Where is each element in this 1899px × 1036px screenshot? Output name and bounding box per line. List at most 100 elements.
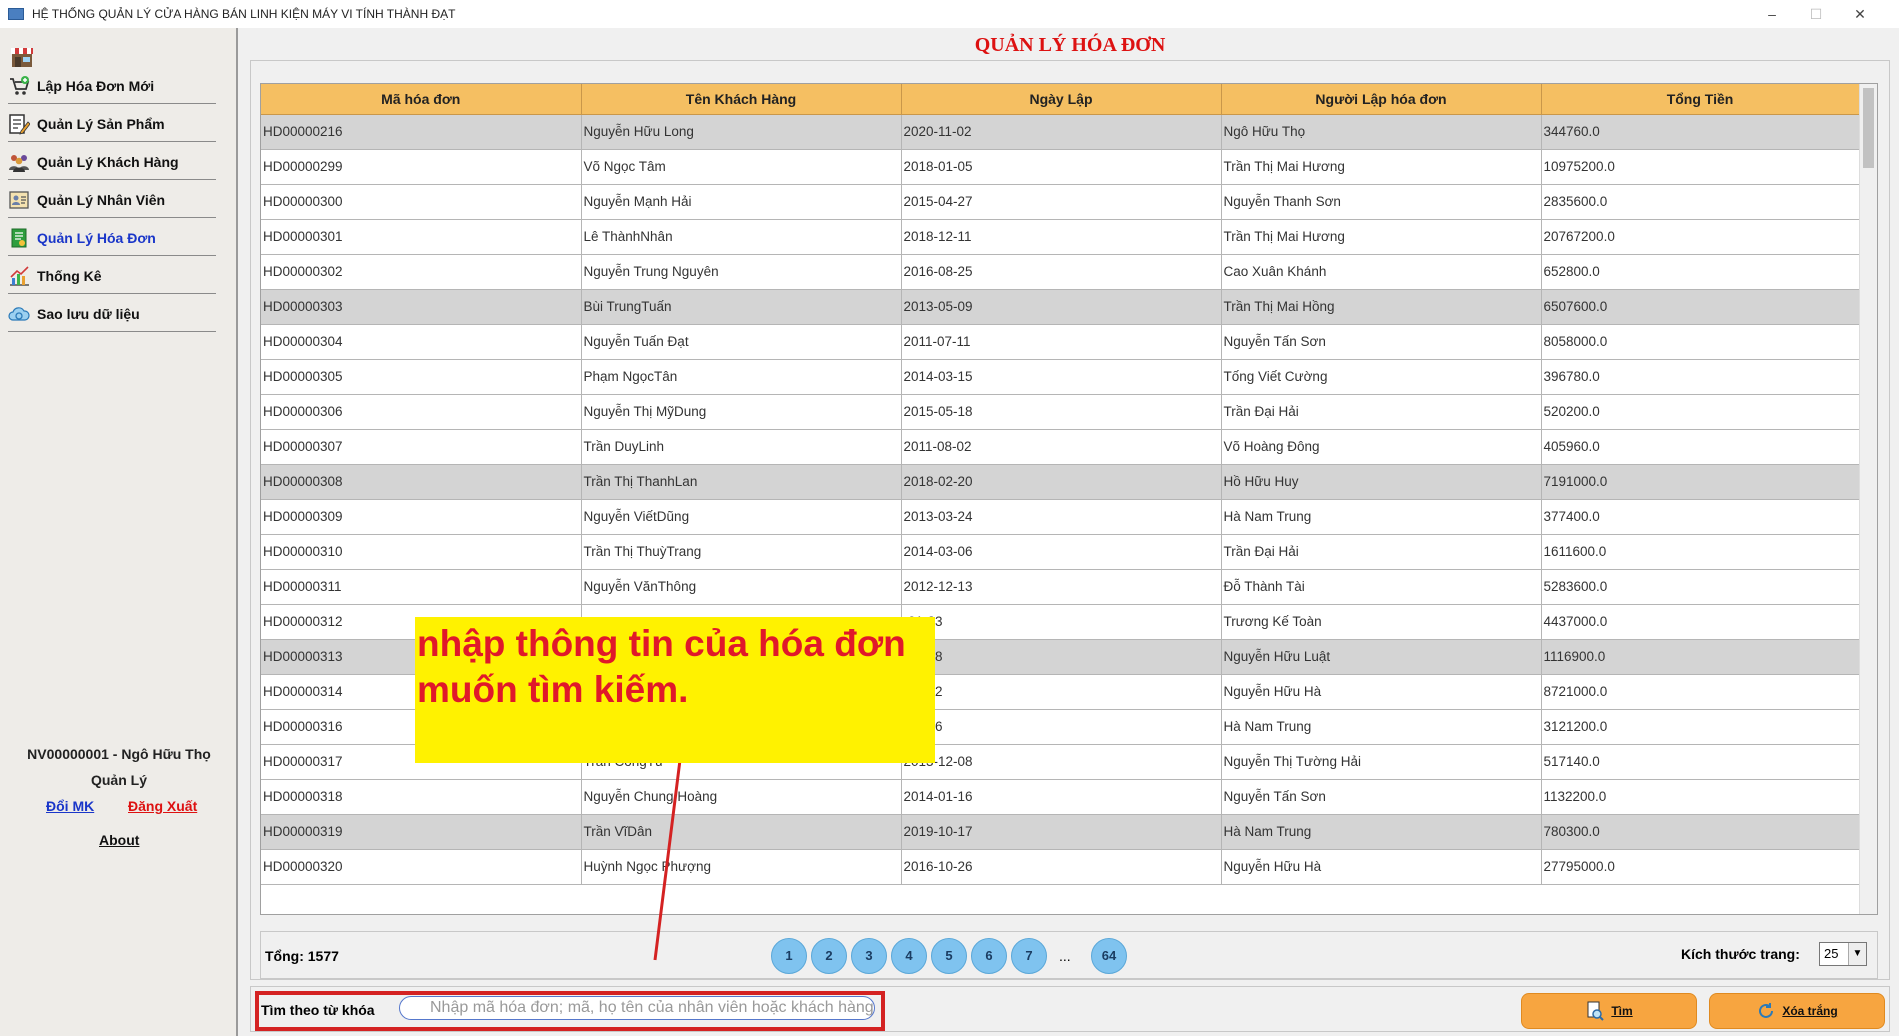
cell-creator[interactable]: Hà Nam Trung bbox=[1221, 814, 1542, 850]
cell-date[interactable]: 2015-04-27 bbox=[901, 184, 1222, 220]
cell-creator[interactable]: Hồ Hữu Huy bbox=[1221, 464, 1542, 500]
cell-invoice-id[interactable]: HD00000299 bbox=[261, 149, 582, 185]
table-row[interactable]: HD00000302 Nguyễn Trung Nguyên 2016-08-25 C… bbox=[261, 254, 1860, 290]
scrollbar-thumb[interactable] bbox=[1863, 88, 1874, 168]
cell-invoice-id[interactable]: HD00000301 bbox=[261, 219, 582, 255]
table-row[interactable]: HD00000305 Phạm NgọcTân 2014-03-15 Tống Viế… bbox=[261, 359, 1860, 395]
table-row[interactable]: HD00000301 Lê ThànhNhân 2018-12-11 Trần Thị… bbox=[261, 219, 1860, 255]
cell-date[interactable]: 2016-08-25 bbox=[901, 254, 1222, 290]
cell-date[interactable]: 2020-11-02 bbox=[901, 114, 1222, 150]
cell-invoice-id[interactable]: HD00000320 bbox=[261, 849, 582, 885]
cell-customer-name[interactable]: Trần VĩDân bbox=[581, 814, 902, 850]
cell-date[interactable]: -01-23 bbox=[901, 604, 1222, 640]
cell-date[interactable]: 2011-08-02 bbox=[901, 429, 1222, 465]
logout-link[interactable]: Đăng Xuất bbox=[128, 798, 197, 814]
sidebar-item-backup[interactable]: Sao lưu dữ liệu bbox=[8, 296, 216, 332]
cell-creator[interactable]: Trần Thị Mai Hồng bbox=[1221, 289, 1542, 325]
cell-total[interactable]: 20767200.0 bbox=[1541, 219, 1860, 255]
cell-invoice-id[interactable]: HD00000308 bbox=[261, 464, 582, 500]
cell-date[interactable]: 2018-12-11 bbox=[901, 219, 1222, 255]
cell-date[interactable]: 2016-10-26 bbox=[901, 849, 1222, 885]
cell-total[interactable]: 6507600.0 bbox=[1541, 289, 1860, 325]
maximize-button[interactable]: ☐ bbox=[1796, 4, 1836, 24]
cell-customer-name[interactable]: Nguyễn Tuấn Đạt bbox=[581, 324, 902, 360]
cell-invoice-id[interactable]: HD00000306 bbox=[261, 394, 582, 430]
table-row[interactable]: HD00000309 Nguyễn ViếtDũng 2013-03-24 Hà Na… bbox=[261, 499, 1860, 535]
cell-creator[interactable]: Nguyễn Hữu Luật bbox=[1221, 639, 1542, 675]
cell-total[interactable]: 10975200.0 bbox=[1541, 149, 1860, 185]
cell-creator[interactable]: Trần Đại Hải bbox=[1221, 394, 1542, 430]
cell-date[interactable]: 2018-02-20 bbox=[901, 464, 1222, 500]
table-row[interactable]: HD00000216 Nguyễn Hữu Long 2020-11-02 Ngô H… bbox=[261, 114, 1860, 150]
cell-creator[interactable]: Nguyễn Tấn Sơn bbox=[1221, 324, 1542, 360]
sidebar-item-statistics[interactable]: Thống Kê bbox=[8, 258, 216, 294]
column-header-date[interactable]: Ngày Lập bbox=[901, 84, 1222, 115]
cell-date[interactable]: 2013-05-09 bbox=[901, 289, 1222, 325]
clear-button[interactable]: Xóa trắng bbox=[1709, 993, 1885, 1029]
cell-customer-name[interactable]: Nguyễn VănThông bbox=[581, 569, 902, 605]
cell-customer-name[interactable]: Nguyễn ViếtDũng bbox=[581, 499, 902, 535]
table-row[interactable]: HD00000300 Nguyễn Mạnh Hải 2015-04-27 Nguyễ… bbox=[261, 184, 1860, 220]
column-header-creator[interactable]: Người Lập hóa đơn bbox=[1221, 84, 1542, 115]
table-row[interactable]: HD00000304 Nguyễn Tuấn Đạt 2011-07-11 Nguyễ… bbox=[261, 324, 1860, 360]
cell-customer-name[interactable]: Trần Thị ThanhLan bbox=[581, 464, 902, 500]
table-row[interactable]: HD00000306 Nguyễn Thị MỹDung 2015-05-18 Trầ… bbox=[261, 394, 1860, 430]
cell-total[interactable]: 344760.0 bbox=[1541, 114, 1860, 150]
close-button[interactable]: ✕ bbox=[1840, 4, 1880, 24]
cell-creator[interactable]: Hà Nam Trung bbox=[1221, 709, 1542, 745]
cell-date[interactable]: 2019-10-17 bbox=[901, 814, 1222, 850]
cell-customer-name[interactable]: Nguyễn Trung Nguyên bbox=[581, 254, 902, 290]
chevron-down-icon[interactable]: ▼ bbox=[1848, 943, 1866, 965]
cell-total[interactable]: 1611600.0 bbox=[1541, 534, 1860, 570]
cell-date[interactable]: -04-18 bbox=[901, 639, 1222, 675]
cell-date[interactable]: 2014-01-16 bbox=[901, 779, 1222, 815]
cell-date[interactable]: -02-22 bbox=[901, 674, 1222, 710]
cell-invoice-id[interactable]: HD00000300 bbox=[261, 184, 582, 220]
sidebar-item-employees[interactable]: Quản Lý Nhân Viên bbox=[8, 182, 216, 218]
sidebar-item-products[interactable]: Quản Lý Sản Phẩm bbox=[8, 106, 216, 142]
cell-customer-name[interactable]: Trần DuyLinh bbox=[581, 429, 902, 465]
cell-invoice-id[interactable]: HD00000305 bbox=[261, 359, 582, 395]
cell-creator[interactable]: Võ Hoàng Đông bbox=[1221, 429, 1542, 465]
table-row[interactable]: HD00000299 Võ Ngọc Tâm 2018-01-05 Trần Thị … bbox=[261, 149, 1860, 185]
cell-customer-name[interactable]: Nguyễn Thị MỹDung bbox=[581, 394, 902, 430]
cell-creator[interactable]: Trương Kế Toàn bbox=[1221, 604, 1542, 640]
cell-total[interactable]: 652800.0 bbox=[1541, 254, 1860, 290]
cell-total[interactable]: 377400.0 bbox=[1541, 499, 1860, 535]
cell-customer-name[interactable]: Võ Ngọc Tâm bbox=[581, 149, 902, 185]
cell-date[interactable]: 2014-03-15 bbox=[901, 359, 1222, 395]
page-button-6[interactable]: 6 bbox=[971, 938, 1007, 974]
page-button-last[interactable]: 64 bbox=[1091, 938, 1127, 974]
page-button-3[interactable]: 3 bbox=[851, 938, 887, 974]
change-password-link[interactable]: Đổi MK bbox=[46, 798, 94, 814]
table-row[interactable]: HD00000303 Bùi TrungTuấn 2013-05-09 Trần Th… bbox=[261, 289, 1860, 325]
cell-creator[interactable]: Ngô Hữu Thọ bbox=[1221, 114, 1542, 150]
sidebar-item-new-invoice[interactable]: Lập Hóa Đơn Mới bbox=[8, 68, 216, 104]
cell-customer-name[interactable]: Bùi TrungTuấn bbox=[581, 289, 902, 325]
cell-total[interactable]: 405960.0 bbox=[1541, 429, 1860, 465]
cell-creator[interactable]: Trần Đại Hải bbox=[1221, 534, 1542, 570]
cell-total[interactable]: 27795000.0 bbox=[1541, 849, 1860, 885]
page-button-2[interactable]: 2 bbox=[811, 938, 847, 974]
cell-date[interactable]: 2011-07-11 bbox=[901, 324, 1222, 360]
sidebar-item-invoices[interactable]: Quản Lý Hóa Đơn bbox=[8, 220, 216, 256]
cell-creator[interactable]: Cao Xuân Khánh bbox=[1221, 254, 1542, 290]
cell-total[interactable]: 1132200.0 bbox=[1541, 779, 1860, 815]
search-input[interactable] bbox=[399, 996, 875, 1020]
cell-total[interactable]: 780300.0 bbox=[1541, 814, 1860, 850]
cell-creator[interactable]: Hà Nam Trung bbox=[1221, 499, 1542, 535]
table-row[interactable]: HD00000308 Trần Thị ThanhLan 2018-02-20 Hồ … bbox=[261, 464, 1860, 500]
cell-customer-name[interactable]: Trần Thị ThuỳTrang bbox=[581, 534, 902, 570]
table-row[interactable]: HD00000310 Trần Thị ThuỳTrang 2014-03-06 Tr… bbox=[261, 534, 1860, 570]
cell-invoice-id[interactable]: HD00000307 bbox=[261, 429, 582, 465]
page-button-1[interactable]: 1 bbox=[771, 938, 807, 974]
cell-creator[interactable]: Tống Viết Cường bbox=[1221, 359, 1542, 395]
cell-creator[interactable]: Trần Thị Mai Hương bbox=[1221, 219, 1542, 255]
cell-invoice-id[interactable]: HD00000303 bbox=[261, 289, 582, 325]
cell-date[interactable]: 2014-03-06 bbox=[901, 534, 1222, 570]
cell-date[interactable]: -04-26 bbox=[901, 709, 1222, 745]
table-row[interactable]: HD00000311 Nguyễn VănThông 2012-12-13 Đỗ Th… bbox=[261, 569, 1860, 605]
cell-total[interactable]: 520200.0 bbox=[1541, 394, 1860, 430]
table-row[interactable]: HD00000319 Trần VĩDân 2019-10-17 Hà Nam Tru… bbox=[261, 814, 1860, 850]
cell-date[interactable]: 2018-01-05 bbox=[901, 149, 1222, 185]
